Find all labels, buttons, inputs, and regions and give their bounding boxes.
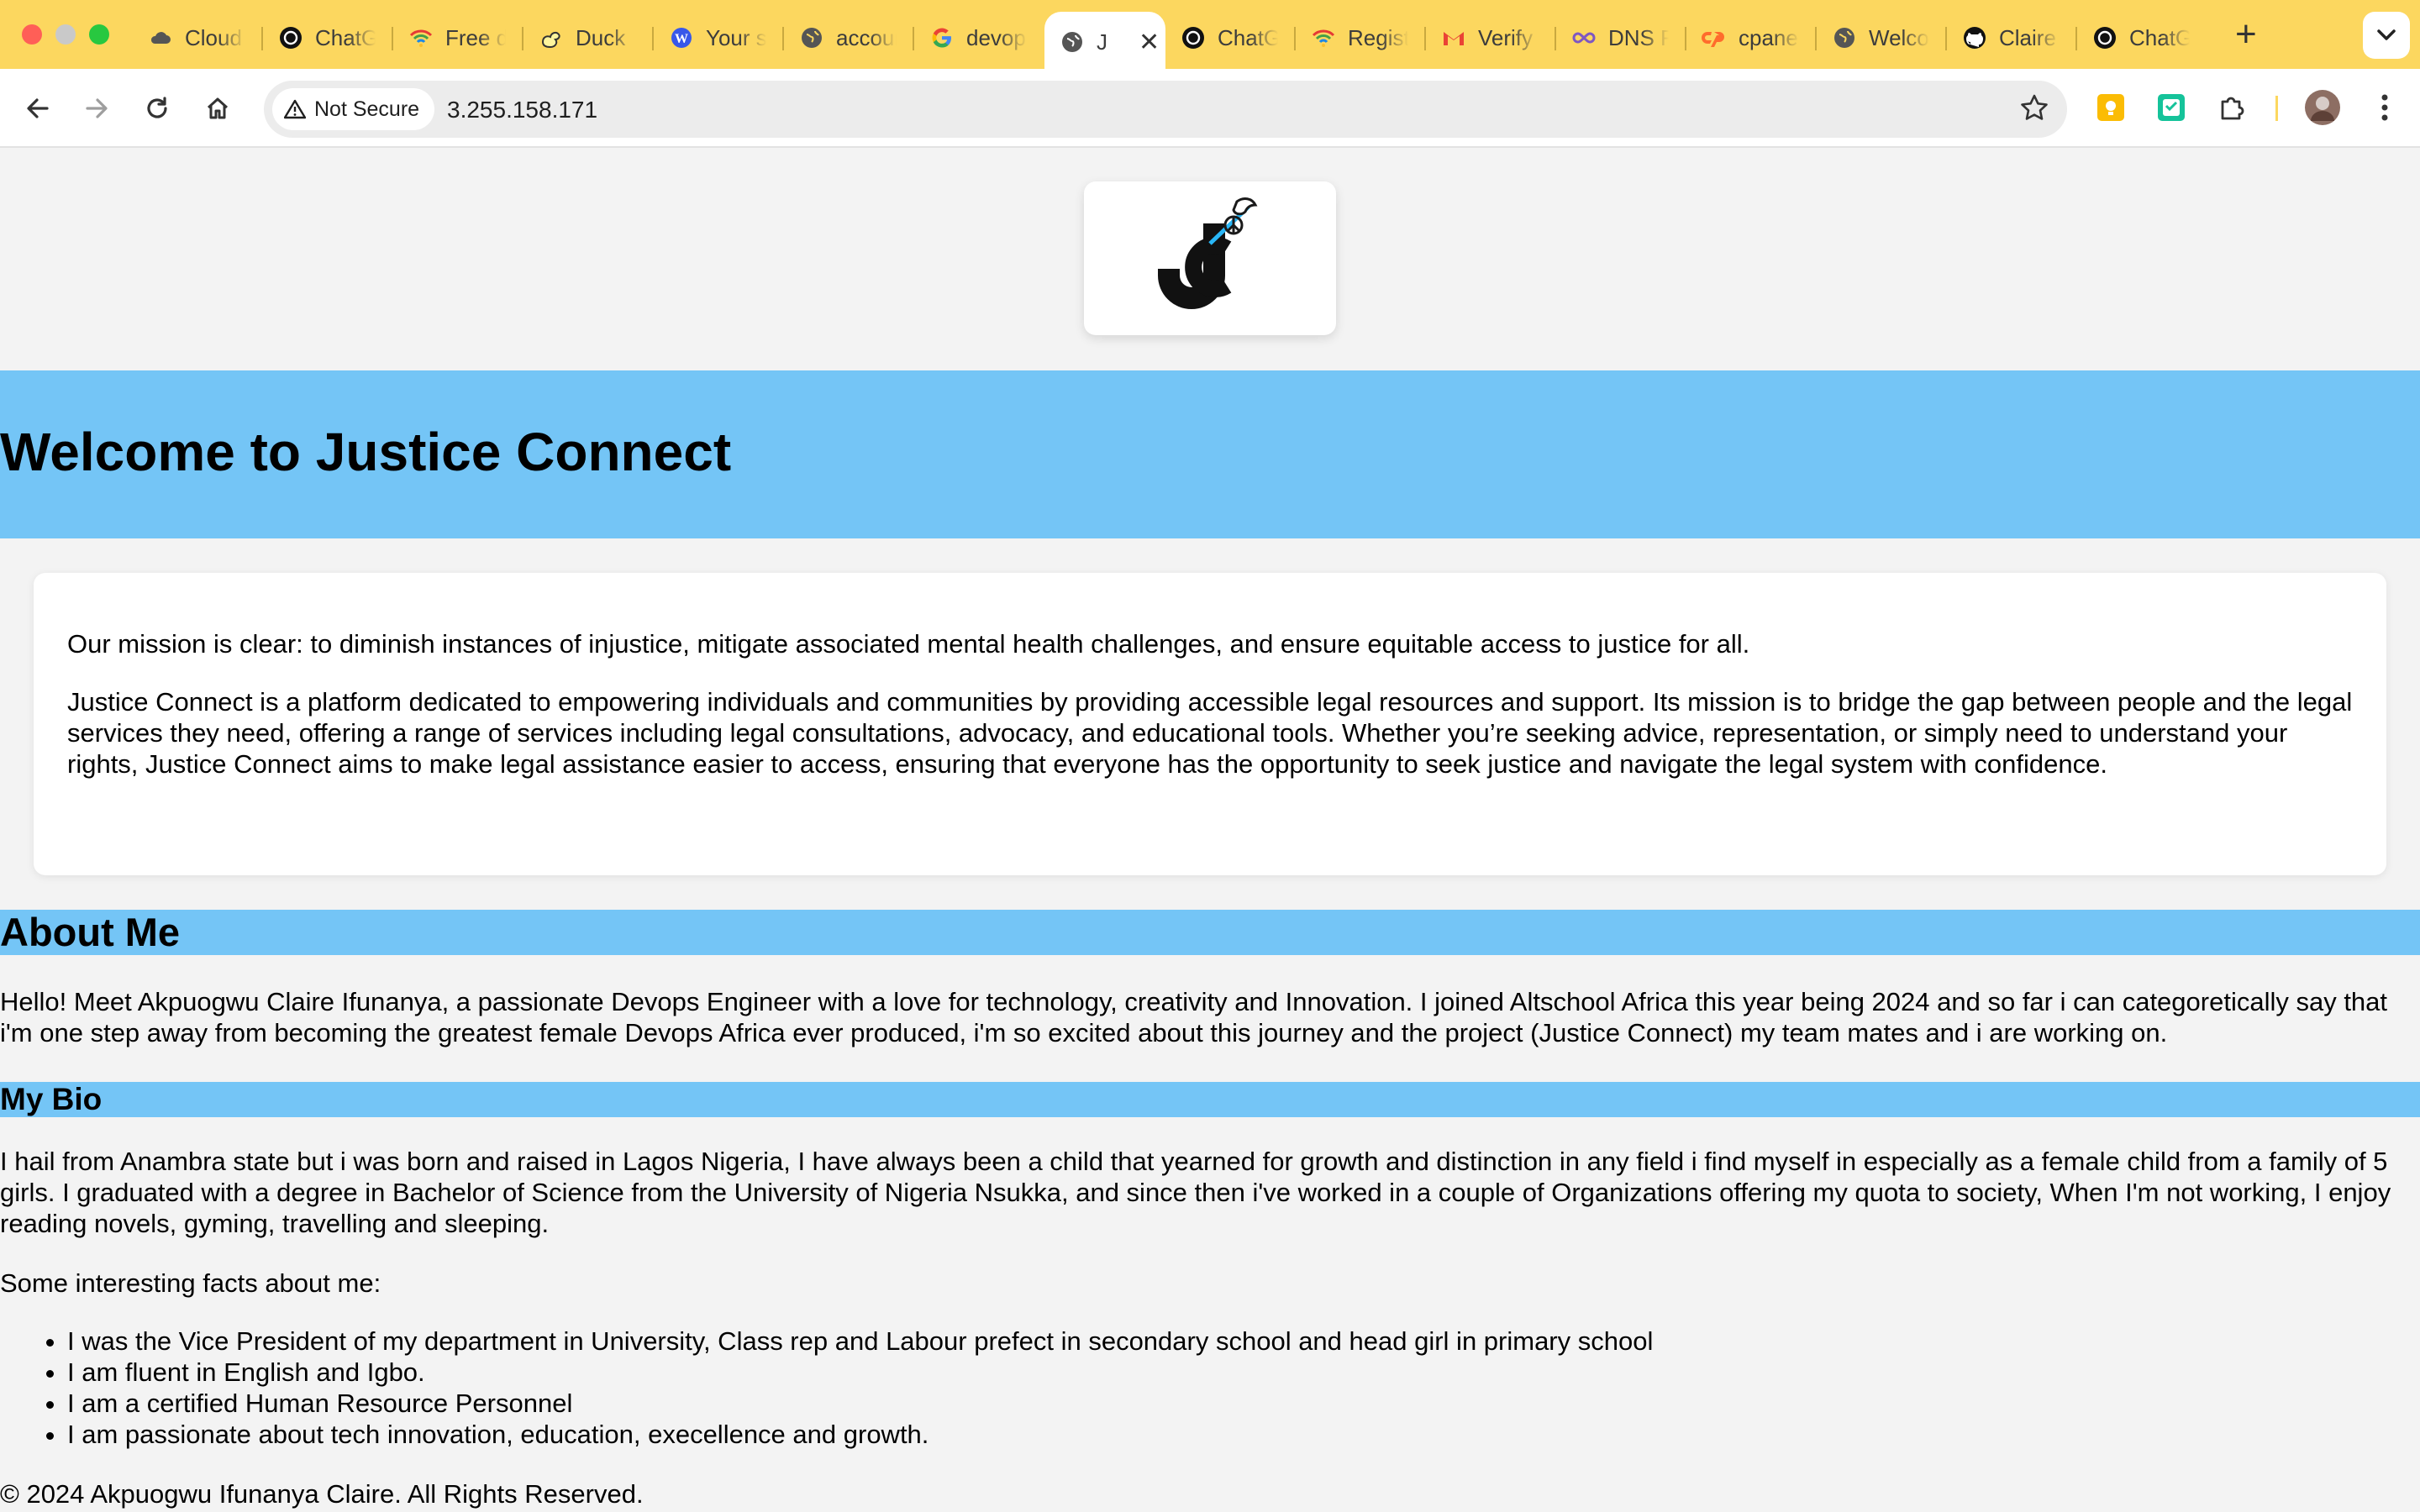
facts-list: I was the Vice President of my departmen… [67, 1326, 1653, 1450]
list-item: I was the Vice President of my departmen… [67, 1326, 1653, 1357]
bio-text: I hail from Anambra state but i was born… [0, 1147, 2391, 1238]
tab-devops[interactable]: devops [914, 12, 1044, 64]
tab-cpanel[interactable]: cpanel [1686, 12, 1817, 64]
duck-icon [539, 25, 564, 50]
tab-chatgpt-1[interactable]: ChatGPT [263, 12, 393, 64]
security-label: Not Secure [314, 97, 420, 121]
about-heading-bar: About Me [0, 910, 2420, 955]
browser-menu-icon[interactable] [2368, 91, 2402, 124]
tab-account[interactable]: account [784, 12, 914, 64]
tab-register[interactable]: Register [1296, 12, 1426, 64]
tab-free-domain[interactable]: Free domain [393, 12, 523, 64]
list-item: I am passionate about tech innovation, e… [67, 1419, 1653, 1450]
bookmark-star-icon[interactable] [2018, 92, 2050, 124]
url-text[interactable]: 3.255.158.171 [447, 97, 597, 123]
mission-card: Our mission is clear: to diminish instan… [34, 573, 2386, 875]
extension-grammar-icon[interactable] [2154, 91, 2188, 124]
reload-icon [147, 97, 167, 118]
wifi-icon [1311, 25, 1336, 50]
openai-icon [1181, 25, 1206, 50]
reload-button[interactable] [136, 87, 178, 129]
bio-heading-bar: My Bio [0, 1082, 2420, 1117]
tab-welcome[interactable]: Welcome [1817, 12, 1947, 64]
google-icon [929, 25, 955, 50]
security-indicator-button[interactable]: Not Secure [272, 88, 435, 130]
warning-icon [284, 99, 306, 119]
mission-lead: Our mission is clear: to diminish instan… [67, 629, 1750, 659]
tab-list: Cloud ChatGPT Free domain Duck W Your si… [133, 8, 2207, 72]
profile-avatar[interactable] [2304, 89, 2341, 126]
back-button[interactable] [17, 87, 59, 129]
page-content: Welcome to Justice Connect Our mission i… [0, 149, 2420, 1512]
tab-claire-github[interactable]: Claire [1947, 12, 2077, 64]
extensions-puzzle-icon[interactable] [2215, 91, 2249, 124]
close-window-button[interactable] [22, 24, 42, 45]
address-bar[interactable]: Not Secure 3.255.158.171 [264, 81, 2067, 138]
logo-card [1084, 181, 1336, 335]
tab-dns-records[interactable]: DNS Records [1556, 12, 1686, 64]
tab-justice-connect-active[interactable]: J ✕ [1044, 12, 1165, 72]
tab-search-button[interactable] [2363, 12, 2410, 59]
mission-body: Justice Connect is a platform dedicated … [67, 687, 2353, 779]
globe-icon [1060, 29, 1085, 55]
arrow-left-icon [27, 98, 49, 118]
tab-cloud[interactable]: Cloud [133, 12, 263, 64]
footer-copyright: © 2024 Akpuogwu Ifunanya Claire. All Rig… [0, 1479, 644, 1509]
close-tab-icon[interactable]: ✕ [1139, 28, 1160, 57]
about-heading: About Me [0, 910, 181, 954]
arrow-right-icon [86, 98, 108, 118]
tab-chatgpt-3[interactable]: ChatGPT [2077, 12, 2207, 64]
cpanel-icon [1702, 25, 1727, 50]
browser-tab-strip: Cloud ChatGPT Free domain Duck W Your si… [0, 0, 2420, 72]
github-icon [1962, 25, 1987, 50]
openai-icon [278, 25, 303, 50]
list-item: I am fluent in English and Igbo. [67, 1357, 1653, 1388]
globe-icon [1832, 25, 1857, 50]
home-button[interactable] [197, 87, 239, 129]
wifi-icon [408, 25, 434, 50]
list-item: I am a certified Human Resource Personne… [67, 1388, 1653, 1419]
about-text: Hello! Meet Akpuogwu Claire Ifunanya, a … [0, 987, 2388, 1047]
chevron-down-icon [2377, 29, 2396, 40]
tab-duck[interactable]: Duck [523, 12, 654, 64]
wordpress-icon: W [669, 25, 694, 50]
tab-chatgpt-2[interactable]: ChatGPT [1165, 12, 1296, 64]
cloud-icon [148, 25, 173, 50]
svg-text:W: W [675, 32, 688, 46]
page-title: Welcome to Justice Connect [0, 422, 732, 482]
facts-intro: Some interesting facts about me: [0, 1268, 381, 1298]
forward-button[interactable] [76, 87, 118, 129]
minimize-window-button[interactable] [55, 24, 76, 45]
maximize-window-button[interactable] [89, 24, 109, 45]
extension-keep-icon[interactable] [2094, 91, 2128, 124]
tab-verify[interactable]: Verify [1426, 12, 1556, 64]
toolbar-divider [2275, 96, 2278, 121]
home-icon [207, 97, 229, 119]
new-tab-button[interactable]: + [2235, 13, 2257, 55]
bio-heading: My Bio [0, 1082, 103, 1116]
tab-your-site[interactable]: W Your site [654, 12, 784, 64]
infinity-icon [1571, 25, 1597, 50]
openai-icon [2092, 25, 2118, 50]
justice-connect-logo [1158, 197, 1258, 309]
browser-toolbar: Not Secure 3.255.158.171 [0, 69, 2420, 148]
hero-banner: Welcome to Justice Connect [0, 370, 2420, 538]
gmail-icon [1441, 25, 1466, 50]
globe-icon [799, 25, 824, 50]
